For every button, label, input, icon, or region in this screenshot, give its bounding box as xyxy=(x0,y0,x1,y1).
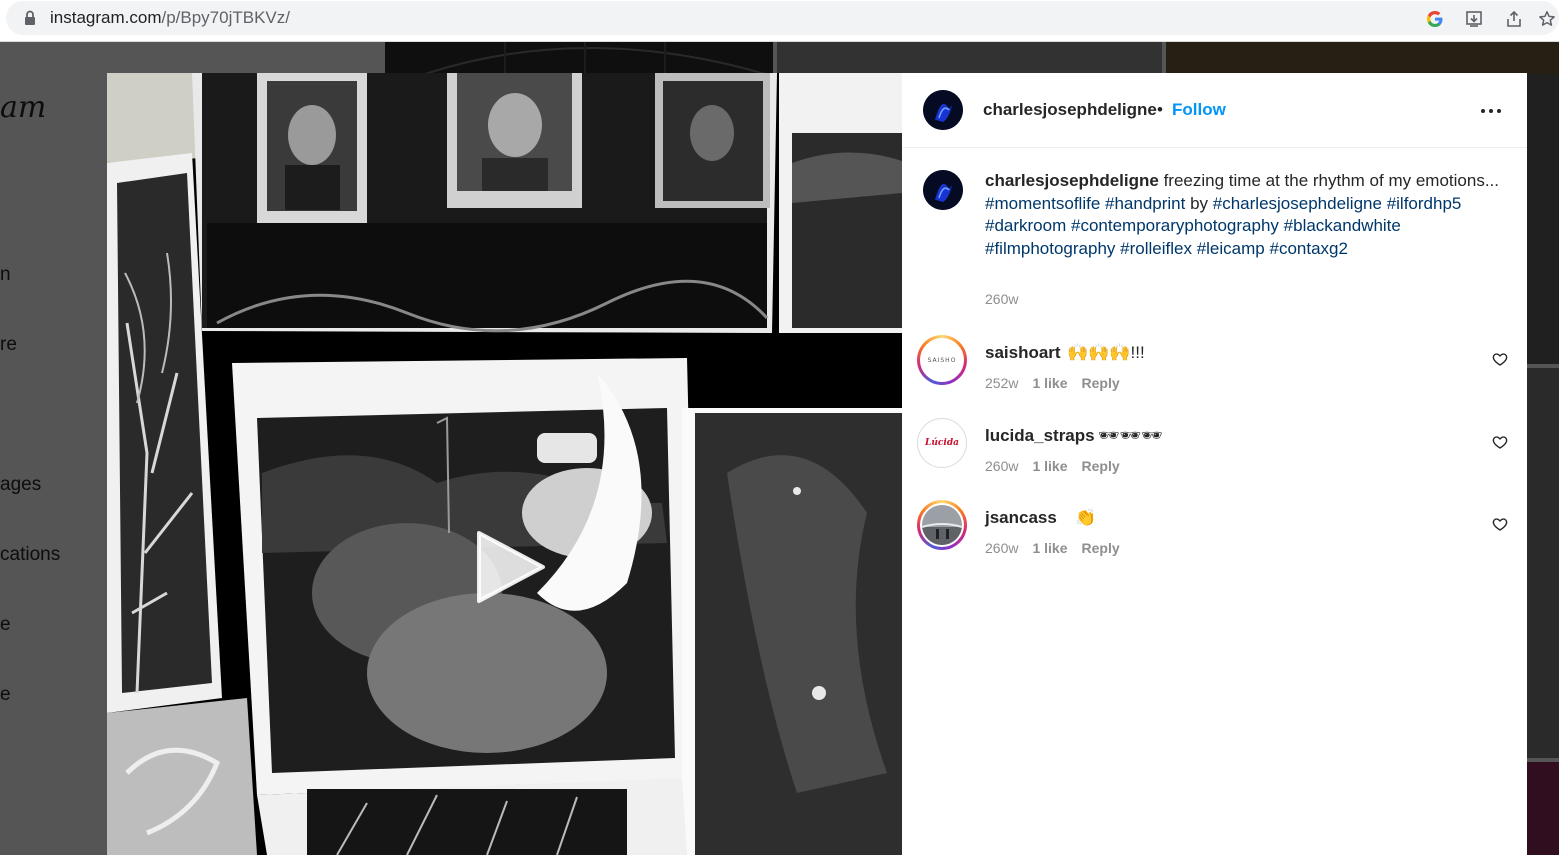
address-bar[interactable]: instagram.com/p/Bpy70jTBKVz/ xyxy=(6,1,1559,35)
install-app-icon[interactable] xyxy=(1462,7,1486,31)
caption-text-segment: by xyxy=(1185,193,1213,213)
heart-icon[interactable] xyxy=(1492,434,1508,450)
url-path: /p/Bpy70jTBKVz/ xyxy=(161,8,290,27)
heart-icon[interactable] xyxy=(1492,516,1508,532)
hashtag-link[interactable]: #filmphotography xyxy=(985,239,1115,258)
lock-icon[interactable] xyxy=(24,10,36,26)
play-icon[interactable] xyxy=(467,525,551,609)
comment-meta: 260w 1 like Reply xyxy=(985,540,1134,556)
bookmark-star-icon[interactable] xyxy=(1535,7,1559,31)
hashtag-link[interactable]: #handprint xyxy=(1105,194,1185,213)
commenter-avatar[interactable]: Lúcida xyxy=(917,418,967,468)
caption-username[interactable]: charlesjosephdeligne xyxy=(985,171,1159,190)
share-icon[interactable] xyxy=(1502,7,1526,31)
hashtag-link[interactable]: #rolleiflex xyxy=(1120,239,1192,258)
comment-text: 🙌🙌🙌!!! xyxy=(1067,343,1145,362)
hashtag-link[interactable]: #ilfordhp5 xyxy=(1387,194,1462,213)
post-modal: charlesjosephdeligne • Follow charlesjos… xyxy=(107,73,1527,855)
post-caption: charlesjosephdeligne freezing time at th… xyxy=(985,170,1505,260)
caption-author-avatar[interactable] xyxy=(923,170,963,210)
browser-toolbar: instagram.com/p/Bpy70jTBKVz/ xyxy=(0,0,1559,42)
avatar-label: Lúcida xyxy=(925,438,959,448)
comment-likes[interactable]: 1 like xyxy=(1032,375,1067,391)
comment-time[interactable]: 260w xyxy=(985,458,1018,474)
comment-text: 👏 xyxy=(1075,508,1097,527)
comment-meta: 252w 1 like Reply xyxy=(985,375,1134,391)
video-frame xyxy=(107,73,902,855)
caption-hashtags: #momentsoflife #handprint by #charlesjos… xyxy=(985,194,1461,258)
comment-username[interactable]: lucida_straps xyxy=(985,426,1095,446)
comment-username[interactable]: jsancass xyxy=(985,508,1057,528)
comment-username[interactable]: saishoart xyxy=(985,343,1061,363)
hashtag-link[interactable]: #contemporaryphotography xyxy=(1071,216,1279,235)
post-header: charlesjosephdeligne • Follow xyxy=(902,73,1527,148)
avatar-photo xyxy=(922,505,962,545)
url-domain: instagram.com xyxy=(50,8,162,27)
reply-button[interactable]: Reply xyxy=(1082,375,1120,391)
comment-likes[interactable]: 1 like xyxy=(1032,540,1067,556)
comment-meta: 260w 1 like Reply xyxy=(985,458,1134,474)
hashtag-link[interactable]: #leicamp xyxy=(1197,239,1265,258)
reply-button[interactable]: Reply xyxy=(1082,540,1120,556)
author-username[interactable]: charlesjosephdeligne xyxy=(983,100,1157,120)
hashtag-link[interactable]: #blackandwhite xyxy=(1284,216,1401,235)
hashtag-link[interactable]: #charlesjosephdeligne xyxy=(1213,194,1382,213)
post-sidebar: charlesjosephdeligne • Follow charlesjos… xyxy=(902,73,1527,855)
google-lens-icon[interactable] xyxy=(1423,7,1447,31)
hashtag-link[interactable]: #darkroom xyxy=(985,216,1066,235)
comment-time[interactable]: 252w xyxy=(985,375,1018,391)
post-video[interactable] xyxy=(107,73,902,855)
comment-text: 🕶🕶🕶 xyxy=(1098,426,1163,445)
caption-timestamp[interactable]: 260w xyxy=(985,291,1018,307)
follow-button[interactable]: Follow xyxy=(1172,100,1226,120)
comment-time[interactable]: 260w xyxy=(985,540,1018,556)
more-options-icon[interactable] xyxy=(1476,101,1506,121)
url-text[interactable]: instagram.com/p/Bpy70jTBKVz/ xyxy=(50,8,290,28)
commenter-avatar[interactable]: SAISHO xyxy=(917,335,967,385)
comment-item: SAISHO saishoart 🙌🙌🙌!!! 252w 1 like Reply xyxy=(902,335,1527,415)
comment-likes[interactable]: 1 like xyxy=(1032,458,1067,474)
hashtag-link[interactable]: #momentsoflife xyxy=(985,194,1100,213)
reply-button[interactable]: Reply xyxy=(1082,458,1120,474)
caption-text: freezing time at the rhythm of my emotio… xyxy=(1163,171,1499,190)
hashtag-link[interactable]: #contaxg2 xyxy=(1269,239,1347,258)
heart-icon[interactable] xyxy=(1492,351,1508,367)
comment-item: Lúcida lucida_straps 🕶🕶🕶 260w 1 like Reply xyxy=(902,418,1527,498)
comment-item: jsancass 👏 260w 1 like Reply xyxy=(902,500,1527,580)
author-avatar[interactable] xyxy=(923,90,963,130)
commenter-avatar[interactable] xyxy=(917,500,967,550)
header-separator: • xyxy=(1157,100,1163,119)
avatar-label: SAISHO xyxy=(927,356,957,364)
